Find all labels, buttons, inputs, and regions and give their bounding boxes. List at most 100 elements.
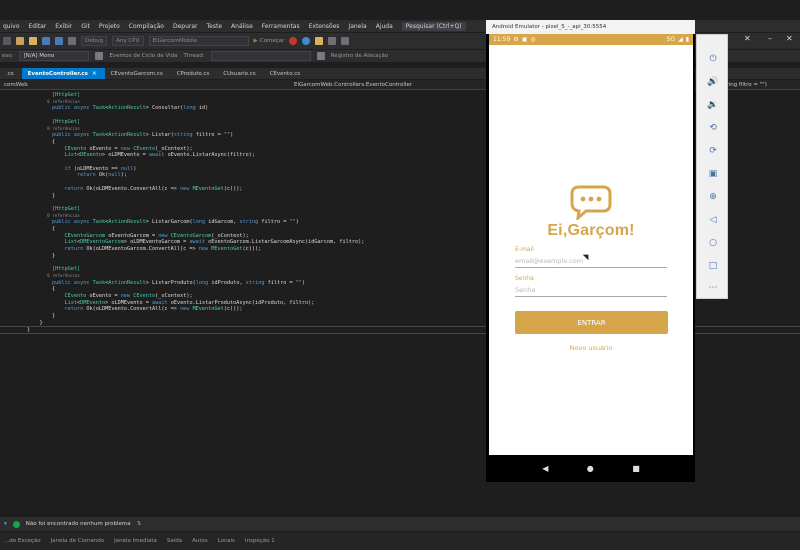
back-nav-icon[interactable]: ◀ — [542, 464, 548, 473]
signal-icon: ◢ — [678, 36, 683, 43]
menu-item[interactable]: Ajuda — [376, 23, 393, 30]
project-context[interactable]: comWeb — [0, 82, 290, 88]
code-text: } — [27, 326, 31, 333]
process-label: eso: — [2, 53, 14, 59]
tool-window-tab[interactable]: Janela Imediata — [114, 538, 157, 544]
screenshot-icon[interactable]: ▣ — [707, 168, 719, 180]
platform-select[interactable]: Any CPU — [112, 36, 144, 46]
code-text: { — [27, 226, 56, 232]
tab-label: CProduto.cs — [176, 70, 210, 77]
format-icon[interactable] — [328, 37, 337, 45]
power-icon[interactable]: ⏻ — [707, 53, 719, 65]
recents-nav-icon[interactable]: ■ — [632, 464, 640, 473]
document-tab[interactable]: CProduto.cs — [171, 68, 218, 79]
menu-item[interactable]: Ferramentas — [262, 23, 300, 30]
save-icon[interactable] — [42, 37, 50, 45]
thread-label: Thread: — [183, 53, 205, 59]
tab-label: CUsuario.cs — [223, 70, 256, 77]
save-all-icon[interactable] — [55, 37, 63, 45]
new-item-icon[interactable] — [16, 37, 24, 45]
editor-minimize-icon[interactable]: – — [768, 34, 772, 43]
configuration-select[interactable]: Debug — [81, 36, 108, 46]
overview-icon[interactable]: □ — [707, 260, 719, 272]
tool-window-tab[interactable]: Autos — [192, 538, 208, 544]
close-tab-icon[interactable]: ✕ — [92, 71, 97, 77]
tool-window-tab[interactable]: ...de Exceção — [4, 538, 41, 544]
code-text: public async Task<ActionResult> ListarPr… — [52, 279, 306, 286]
home-icon[interactable]: ○ — [707, 237, 719, 249]
rotate-right-icon[interactable]: ⟳ — [707, 145, 719, 157]
menu-item[interactable]: Projeto — [99, 23, 120, 30]
code-text: { — [27, 286, 56, 293]
document-tab[interactable]: CUsuario.cs — [217, 68, 263, 79]
code-text: { — [27, 138, 56, 145]
zoom-icon[interactable]: ⊕ — [707, 191, 719, 203]
menu-item[interactable]: Análise — [231, 23, 253, 30]
app-logo: Ei,Garçom! — [489, 184, 693, 240]
back-icon[interactable]: ◁ — [707, 214, 719, 226]
thread-select[interactable] — [210, 51, 311, 61]
tab-left-overflow[interactable]: .cs — [0, 68, 22, 79]
menu-item[interactable]: Editar — [29, 23, 47, 30]
allocation-log[interactable]: Registro de Alocação — [331, 53, 389, 59]
tool-window-tab[interactable]: Inspeção 1 — [245, 538, 275, 544]
menu-item[interactable]: Extensões — [309, 23, 340, 30]
zoom-level[interactable]: ▾ — [4, 521, 7, 527]
tool-window-tab[interactable]: Janela de Comando — [51, 538, 104, 544]
emulator-title-bar: Android Emulator - pixel_5_-_api_30:5554 — [486, 20, 695, 34]
filter-icon[interactable] — [316, 52, 325, 60]
undo-icon[interactable] — [68, 37, 76, 45]
menu-item[interactable]: quivo — [3, 23, 20, 30]
phone-screen[interactable]: 11:59 ⚙ ▣ ◎ 5G ◢ ▮ Ei,Garçom! E-mail ema… — [489, 34, 693, 482]
editor-close-icon[interactable]: ✕ — [786, 34, 793, 43]
document-tab[interactable]: CEvento.cs — [264, 68, 309, 79]
process-select[interactable]: [N/A] Mono — [19, 51, 90, 61]
code-text: CEventoGarcom oEventoGarcom = new CEvent… — [64, 232, 249, 239]
menu-item[interactable]: Depurar — [173, 23, 198, 30]
hot-reload-icon[interactable] — [315, 37, 324, 45]
back-icon[interactable] — [3, 37, 11, 45]
code-text: List<DEvento> oLDMEvento = await oEvento… — [64, 152, 256, 159]
tool-window-tab[interactable]: Locais — [218, 538, 235, 544]
network-type: 5G — [666, 36, 676, 43]
close-icon[interactable]: ✕ — [744, 34, 751, 43]
menu-item[interactable]: Compilação — [129, 23, 164, 30]
chat-bubble-icon — [570, 185, 612, 220]
lifecycle-events[interactable]: Eventos de Ciclo de Vida — [109, 53, 177, 59]
code-text: public async Task<ActionResult> ListarGa… — [52, 219, 299, 226]
rotate-left-icon[interactable]: ⟲ — [707, 122, 719, 134]
password-label: Senha — [515, 275, 534, 282]
code-text: return Ok(null); — [76, 172, 127, 179]
volume-down-icon[interactable]: 🔉 — [707, 99, 719, 111]
code-text: 0 referências — [27, 125, 80, 131]
lifecycle-icon[interactable] — [95, 52, 104, 60]
search-box[interactable]: Pesquisar (Ctrl+Q) — [401, 21, 466, 31]
refresh-icon[interactable] — [302, 37, 311, 45]
password-field[interactable] — [515, 284, 667, 297]
git-icon[interactable]: ⇅ — [137, 521, 142, 527]
comment-icon[interactable] — [341, 37, 350, 45]
tool-window-tab[interactable]: Saída — [167, 538, 182, 544]
home-nav-icon[interactable]: ● — [587, 464, 594, 473]
menu-item[interactable]: Git — [81, 23, 90, 30]
open-icon[interactable] — [29, 37, 37, 45]
code-text: List<DMEvento> oLDMEvento = await oEvent… — [64, 299, 315, 306]
menu-item[interactable]: Exibir — [55, 23, 72, 30]
menu-item[interactable]: Janela — [348, 23, 366, 30]
document-tab[interactable]: CEventoGarcom.cs — [105, 68, 171, 79]
start-button[interactable]: ▶ Começar — [254, 38, 285, 44]
more-icon[interactable]: ⋯ — [707, 282, 719, 294]
login-button[interactable]: ENTRAR — [515, 311, 668, 334]
document-tab[interactable]: EventoController.cs ✕ — [21, 68, 105, 79]
menu-item[interactable]: Teste — [207, 23, 223, 30]
code-text: return Ok(oLDMEvento.ConvertAll(c => new… — [64, 306, 243, 313]
code-text: return Ok(oLDMEventoGarcom.ConvertAll(c … — [64, 246, 262, 253]
code-text: List<DMEventoGarcom> oLDMEventoGarcom = … — [64, 239, 365, 246]
new-user-link[interactable]: Novo usuário — [489, 344, 693, 352]
status-message[interactable]: Não foi encontrado nenhum problema — [26, 521, 131, 527]
startup-project-select[interactable]: EiGarcomMobile — [148, 36, 249, 46]
volume-up-icon[interactable]: 🔊 — [707, 76, 719, 88]
record-icon[interactable] — [289, 37, 298, 45]
code-text: CEvento oEvento = new CEvento(_oContext)… — [64, 145, 193, 152]
code-text: [HttpGet] — [52, 266, 81, 273]
